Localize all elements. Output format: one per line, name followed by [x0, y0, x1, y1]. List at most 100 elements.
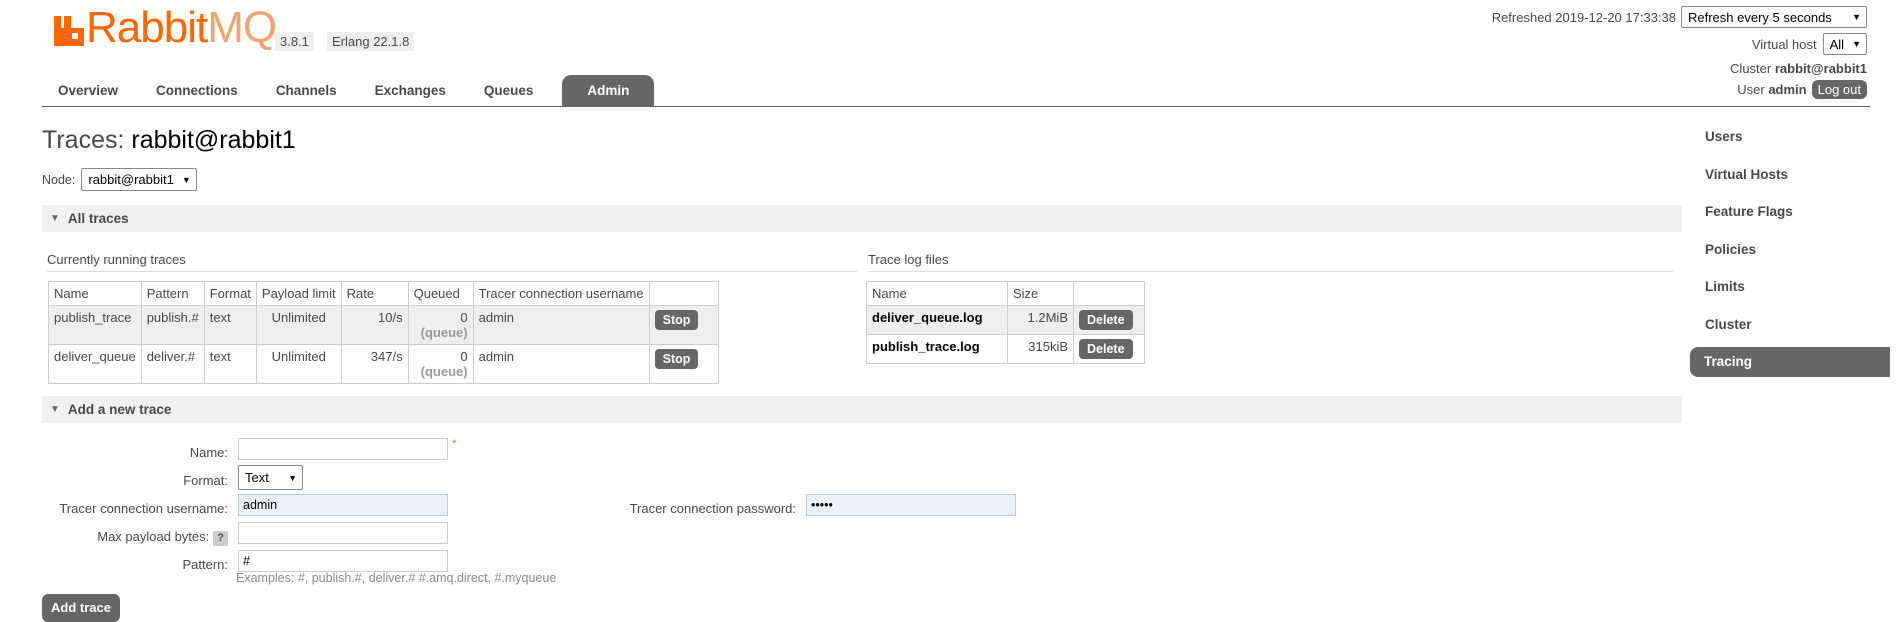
log-file-size: 315kiB: [1007, 334, 1074, 364]
collapse-triangle-icon: ▼: [50, 404, 60, 415]
trace-queued: 0 (queue): [407, 344, 474, 384]
cluster-label: Cluster: [1730, 61, 1772, 76]
delete-log-button[interactable]: Delete: [1079, 339, 1133, 359]
virtual-host-value: All: [1829, 36, 1845, 52]
format-label: Format:: [183, 473, 228, 488]
log-file-link[interactable]: deliver_queue.log: [866, 305, 1008, 335]
tab-connections[interactable]: Connections: [137, 75, 257, 107]
trace-actions: Stop: [648, 344, 719, 384]
trace-pattern: publish.#: [140, 305, 205, 345]
user-name: admin: [1768, 82, 1807, 97]
trace-queued-sub: (queue): [420, 325, 468, 340]
all-traces-section-header[interactable]: ▼ All traces: [42, 205, 1682, 232]
pattern-input[interactable]: [238, 550, 448, 572]
rabbitmq-logo[interactable]: RabbitMQ TM: [52, 6, 288, 52]
delete-log-button[interactable]: Delete: [1079, 310, 1133, 330]
running-traces-table: Name Pattern Format Payload limit Rate Q…: [48, 281, 719, 384]
trace-name: publish_trace: [48, 305, 142, 345]
stop-trace-button[interactable]: Stop: [654, 349, 699, 369]
sidebar-item-tracing[interactable]: Tracing: [1690, 347, 1890, 377]
table-row: deliver_queue deliver.# text Unlimited 3…: [48, 344, 719, 384]
trace-format: text: [203, 305, 257, 345]
node-selector: Node: rabbit@rabbit1 ▼: [42, 168, 197, 191]
tab-admin[interactable]: Admin: [562, 75, 655, 107]
col-file-name: Name: [866, 281, 1008, 306]
sidebar-item-limits[interactable]: Limits: [1690, 272, 1890, 302]
trace-username: admin: [472, 305, 650, 345]
col-name: Name: [48, 281, 142, 306]
virtual-host-filter: Virtual host All ▼: [1752, 33, 1867, 55]
sidebar-item-users[interactable]: Users: [1690, 122, 1890, 152]
user-info: User admin Log out: [1737, 80, 1867, 99]
node-select[interactable]: rabbit@rabbit1 ▼: [81, 168, 197, 191]
tab-exchanges[interactable]: Exchanges: [356, 75, 465, 107]
col-format: Format: [203, 281, 257, 306]
sidebar-item-cluster[interactable]: Cluster: [1690, 310, 1890, 340]
trace-payload-limit: Unlimited: [255, 305, 342, 345]
name-label: Name:: [189, 445, 228, 460]
tracer-password-label: Tracer connection password:: [629, 501, 796, 516]
add-trace-button[interactable]: Add trace: [42, 594, 120, 622]
trace-payload-limit: Unlimited: [255, 344, 342, 384]
format-select[interactable]: Text ▼: [238, 465, 303, 490]
tab-queues[interactable]: Queues: [465, 75, 553, 107]
tracer-password-input[interactable]: [806, 494, 1016, 516]
sidebar-item-virtual-hosts[interactable]: Virtual Hosts: [1690, 160, 1890, 190]
trace-queued-sub: (queue): [420, 364, 468, 379]
trace-log-files-table: Name Size deliver_queue.log 1.2MiB Delet…: [866, 281, 1145, 364]
rabbitmq-version-badge: 3.8.1: [275, 32, 314, 51]
page-title: Traces: rabbit@rabbit1: [42, 126, 296, 155]
header-divider: [42, 106, 1870, 107]
tracer-username-input[interactable]: [238, 494, 448, 516]
page-title-prefix: Traces:: [42, 126, 132, 154]
tracer-username-label: Tracer connection username:: [59, 501, 228, 516]
help-icon[interactable]: ?: [213, 531, 228, 546]
tab-channels[interactable]: Channels: [257, 75, 356, 107]
chevron-down-icon: ▼: [288, 472, 297, 483]
rabbitmq-logo-icon: [54, 16, 84, 46]
col-queued: Queued: [407, 281, 474, 306]
max-payload-label-text: Max payload bytes:: [97, 529, 210, 544]
log-file-actions: Delete: [1073, 334, 1145, 364]
trace-name: deliver_queue: [48, 344, 142, 384]
table-row: publish_trace publish.# text Unlimited 1…: [48, 305, 719, 345]
node-select-value: rabbit@rabbit1: [88, 172, 174, 187]
pattern-label: Pattern:: [182, 557, 228, 572]
virtual-host-select[interactable]: All ▼: [1822, 33, 1867, 55]
table-row: deliver_queue.log 1.2MiB Delete: [866, 305, 1145, 335]
max-payload-input[interactable]: [238, 522, 448, 544]
col-tracer-username: Tracer connection username: [472, 281, 650, 306]
chevron-down-icon: ▼: [1852, 12, 1861, 22]
logout-button[interactable]: Log out: [1811, 80, 1867, 99]
trace-pattern: deliver.#: [140, 344, 205, 384]
format-select-value: Text: [245, 470, 269, 485]
required-marker: *: [452, 438, 457, 450]
running-traces-heading: Currently running traces: [47, 252, 857, 272]
col-rate: Rate: [340, 281, 409, 306]
refresh-status: Refreshed 2019-12-20 17:33:38 Refresh ev…: [1492, 6, 1867, 28]
add-trace-section-header[interactable]: ▼ Add a new trace: [42, 396, 1682, 423]
logo-text-rabbit: Rabbit: [86, 3, 208, 52]
trace-queued-count: 0: [460, 349, 468, 364]
stop-trace-button[interactable]: Stop: [654, 310, 699, 330]
sidebar-item-feature-flags[interactable]: Feature Flags: [1690, 197, 1890, 227]
max-payload-label: Max payload bytes:?: [60, 529, 228, 546]
trace-queued-count: 0: [460, 310, 468, 325]
trace-queued: 0 (queue): [407, 305, 474, 345]
trace-username: admin: [472, 344, 650, 384]
col-pattern: Pattern: [140, 281, 205, 306]
refreshed-timestamp: Refreshed 2019-12-20 17:33:38: [1491, 9, 1676, 25]
cluster-info: Cluster rabbit@rabbit1: [1730, 61, 1867, 76]
log-file-link[interactable]: publish_trace.log: [866, 334, 1008, 364]
sidebar-item-policies[interactable]: Policies: [1690, 235, 1890, 265]
tab-overview[interactable]: Overview: [42, 75, 137, 107]
chevron-down-icon: ▼: [1852, 39, 1861, 49]
refresh-interval-select[interactable]: Refresh every 5 seconds ▼: [1681, 6, 1867, 28]
col-file-size: Size: [1007, 281, 1074, 306]
page-title-node: rabbit@rabbit1: [131, 126, 296, 154]
trace-name-input[interactable]: [238, 438, 448, 460]
col-file-actions: [1073, 281, 1145, 306]
cluster-name: rabbit@rabbit1: [1774, 61, 1867, 76]
chevron-down-icon: ▼: [181, 174, 191, 185]
col-payload-limit: Payload limit: [255, 281, 342, 306]
